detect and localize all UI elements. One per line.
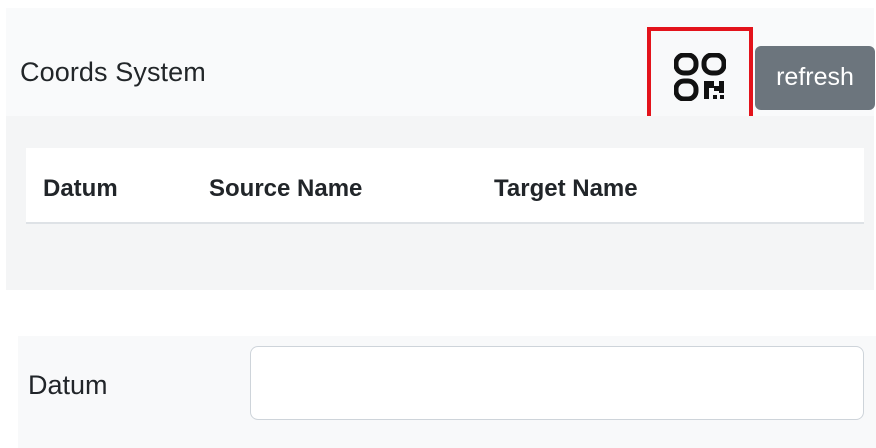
coords-system-page: Coords System refresh Datum Source Name … — [0, 0, 876, 448]
column-header-source-name: Source Name — [209, 175, 363, 202]
coords-system-card: Coords System refresh Datum Source Name … — [6, 8, 875, 290]
datum-input[interactable] — [250, 346, 864, 420]
qr-code-icon — [674, 53, 726, 101]
column-header-target-name: Target Name — [494, 175, 638, 202]
datum-label: Datum — [28, 370, 108, 400]
card-title: Coords System — [20, 57, 206, 87]
card-body: Datum Source Name Target Name — [6, 116, 874, 290]
coords-table: Datum Source Name Target Name — [26, 148, 864, 224]
column-header-datum: Datum — [43, 175, 118, 202]
card-header: Coords System refresh — [6, 8, 875, 127]
refresh-button[interactable]: refresh — [755, 46, 875, 110]
qr-code-button[interactable] — [647, 27, 753, 127]
datum-form-row: Datum — [18, 336, 876, 448]
